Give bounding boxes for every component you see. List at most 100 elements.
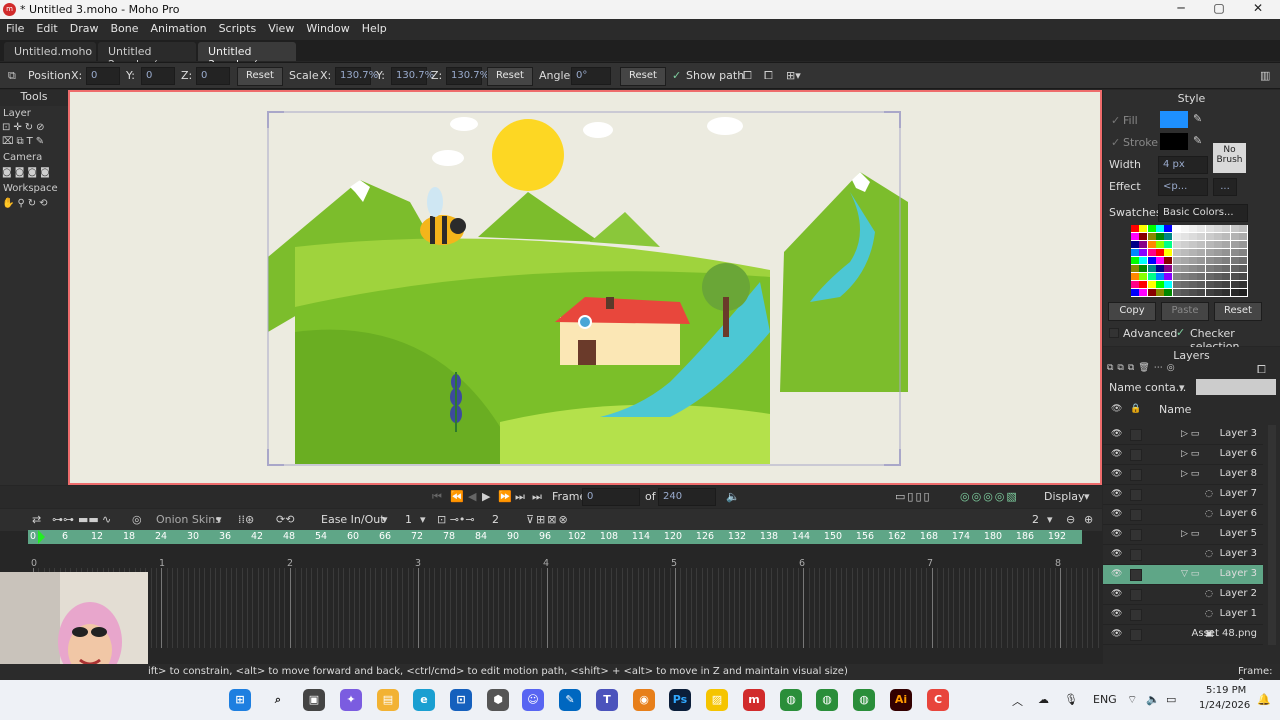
sticky-notes-icon[interactable]: ▨ [706,689,728,711]
ease-value[interactable]: 1 [405,513,412,526]
store-icon[interactable]: ⊡ [450,689,472,711]
advanced-checkbox[interactable] [1109,328,1119,338]
layer-lock-toggle[interactable] [1130,589,1142,601]
menu-draw[interactable]: Draw [64,19,105,40]
timeline-track[interactable]: 0 1 2 3 4 5 6 7 8 [0,544,1102,664]
layer-visibility-icon[interactable]: 👁 [1111,589,1122,599]
palette-swatch[interactable] [1172,273,1181,280]
onedrive-icon[interactable]: ☁ [1038,693,1049,706]
onion-skins-icon[interactable]: ◎ [132,513,142,526]
camera-tools-row[interactable]: ◙◙◙◙ [2,167,53,178]
layer-visibility-icon[interactable]: 👁 [1111,469,1122,479]
render-mode-icons[interactable]: ◎◎◎◎▧ [960,490,1019,503]
stroke-color-swatch[interactable] [1160,133,1188,150]
minimize-button[interactable]: ─ [1170,1,1192,18]
palette-swatch[interactable] [1180,289,1189,296]
palette-swatch[interactable] [1180,233,1189,240]
layer-filter-select[interactable]: Name conta... [1109,381,1186,394]
layer-lock-toggle[interactable] [1130,429,1142,441]
step-forward-icon[interactable]: ⏩ [498,490,512,503]
palette-swatch[interactable] [1180,249,1189,256]
zoom-in-icon[interactable]: ⊕ [1084,513,1093,526]
show-path-checkbox[interactable]: ✓ [672,69,681,82]
palette-swatch[interactable] [1222,273,1231,280]
palette-swatch[interactable] [1205,233,1214,240]
no-brush-button[interactable]: No Brush [1213,143,1246,173]
palette-swatch[interactable] [1155,289,1164,296]
moho-taskbar-icon[interactable]: m [743,689,765,711]
layer-row[interactable]: 👁 ◌ Layer 1 [1103,605,1263,625]
zoom-out-icon[interactable]: ⊖ [1066,513,1075,526]
layer-lock-toggle[interactable] [1130,469,1142,481]
keyframe-tools-icon[interactable]: ⁞⁞⊛ [238,513,254,526]
palette-swatch[interactable] [1155,273,1164,280]
timeline-ruler[interactable]: 0 6 12 18 24 30 36 42 48 54 60 66 72 78 84 90 96 102 108 11… [28,530,1082,544]
tab-untitled-3[interactable]: Untitled 3.moho ⁄ [198,42,296,71]
palette-swatch[interactable] [1205,273,1214,280]
sequencer-icon[interactable]: ▬▬ [78,513,99,526]
layer-lock-toggle[interactable] [1130,489,1142,501]
width-input[interactable]: 4 px [1158,156,1208,174]
palette-swatch[interactable] [1230,281,1239,288]
scale-reset-button[interactable]: Reset [487,67,533,86]
palette-swatch[interactable] [1205,241,1214,248]
layer-search-input[interactable] [1196,379,1276,395]
palette-swatch[interactable] [1230,249,1239,256]
palette-swatch[interactable] [1147,265,1156,272]
close-button[interactable]: ✕ [1247,1,1269,18]
chrome-profile-icon[interactable]: ◍ [816,689,838,711]
palette-swatch[interactable] [1205,257,1214,264]
palette-swatch[interactable] [1230,265,1239,272]
palette-swatch[interactable] [1164,241,1173,248]
palette-swatch[interactable] [1205,265,1214,272]
layer-lock-toggle[interactable] [1130,509,1142,521]
palette-swatch[interactable] [1164,273,1173,280]
menu-file[interactable]: File [0,19,30,40]
palette-swatch[interactable] [1147,233,1156,240]
playback-start-icon[interactable]: ⏮ [432,490,442,504]
layer-scrollbar[interactable] [1268,425,1276,645]
scale-z-input[interactable]: 130.7% [446,67,489,85]
palette-swatch[interactable] [1131,225,1139,232]
palette-swatch[interactable] [1172,281,1181,288]
palette-swatch[interactable] [1155,281,1164,288]
display-dropdown-icon[interactable]: ▾ [1084,490,1090,503]
swatches-select[interactable]: Basic Colors... [1158,204,1248,222]
palette-swatch[interactable] [1172,257,1181,264]
layer-visibility-icon[interactable]: 👁 [1111,529,1122,539]
layer-row[interactable]: 👁 ▣ Asset 48.png [1103,625,1263,645]
palette-swatch[interactable] [1214,281,1222,288]
palette-swatch[interactable] [1164,257,1173,264]
layer-lock-toggle[interactable] [1130,609,1142,621]
interpolation-label[interactable]: Ease In/Out [321,513,385,526]
layer-row[interactable]: 👁 ▷ ▭ Layer 5 [1103,525,1263,545]
palette-swatch[interactable] [1180,241,1189,248]
position-x-input[interactable]: 0 [86,67,120,85]
palette-swatch[interactable] [1238,265,1247,272]
palette-swatch[interactable] [1189,257,1198,264]
palette-swatch[interactable] [1222,233,1231,240]
layer-row[interactable]: 👁 ▽ ▭ Layer 3 [1103,565,1263,585]
audio-icon[interactable]: 🔈 [726,490,740,503]
palette-swatch[interactable] [1147,257,1156,264]
layer-settings-icon[interactable]: ⧠ [1257,363,1266,377]
layer-list[interactable]: 👁 ▷ ▭ Layer 3 👁 ▷ ▭ Layer 6 👁 ▷ ▭ Layer 8 👁 ◌ Layer… [1103,425,1263,655]
palette-swatch[interactable] [1205,289,1214,296]
palette-swatch[interactable] [1197,273,1206,280]
palette-swatch[interactable] [1155,241,1164,248]
timeline-zoom-value[interactable]: 2 [1032,513,1039,526]
palette-swatch[interactable] [1147,289,1156,296]
palette-swatch[interactable] [1147,273,1156,280]
palette-swatch[interactable] [1238,241,1247,248]
panel-toggle-icon[interactable]: ▥ [1260,69,1270,82]
palette-swatch[interactable] [1139,281,1148,288]
palette-swatch[interactable] [1164,289,1173,296]
file-explorer-icon[interactable]: ▤ [377,689,399,711]
palette-swatch[interactable] [1222,249,1231,256]
filter-dropdown-icon[interactable]: ▾ [1179,381,1185,394]
copilot-icon[interactable]: ✦ [340,689,362,711]
palette-swatch[interactable] [1222,289,1231,296]
position-z-input[interactable]: 0 [196,67,230,85]
scale-x-input[interactable]: 130.7% [335,67,378,85]
palette-swatch[interactable] [1189,289,1198,296]
